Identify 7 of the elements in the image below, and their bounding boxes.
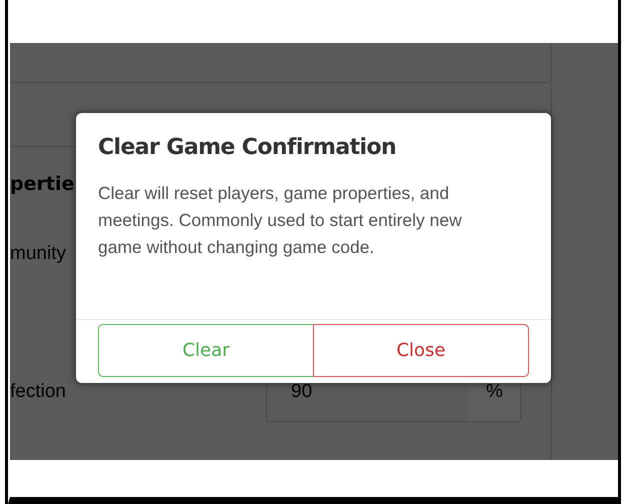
dialog-title: Clear Game Confirmation	[98, 135, 398, 160]
field-label: fection	[10, 381, 67, 403]
dialog-message: Clear will reset players, game properties, and meetings. Commonly used to start entirely new game without changing game code.	[98, 182, 463, 259]
field-label: munity	[10, 243, 66, 264]
section-heading: pertie	[10, 173, 74, 195]
close-button[interactable]: Close	[313, 324, 529, 377]
clear-button[interactable]: Clear	[98, 324, 313, 377]
